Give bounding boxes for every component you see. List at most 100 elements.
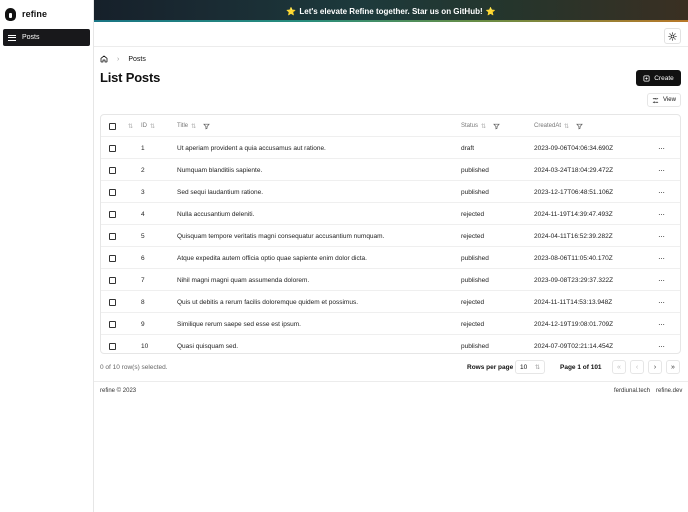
filter-icon[interactable] [576, 123, 583, 130]
sort-icon[interactable]: ⇅ [150, 123, 155, 130]
cell-id: 3 [141, 188, 145, 196]
filter-icon[interactable] [493, 123, 500, 130]
cell-id: 4 [141, 210, 145, 218]
cell-id: 7 [141, 276, 145, 284]
create-button[interactable]: Create [636, 70, 681, 86]
select-all-checkbox[interactable] [109, 122, 116, 130]
table-row[interactable]: 9 Similique rerum saepe sed esse est ipsu… [101, 313, 680, 335]
create-label: Create [654, 74, 674, 82]
brand[interactable]: refine [0, 0, 94, 28]
breadcrumb: › Posts [100, 55, 146, 63]
row-actions-icon[interactable]: ··· [658, 342, 665, 351]
row-actions-icon[interactable]: ··· [658, 320, 665, 329]
row-actions-icon[interactable]: ··· [658, 254, 665, 263]
topbar-divider [94, 46, 688, 47]
cell-title: Sed sequi laudantium ratione. [177, 188, 264, 196]
next-page-button[interactable]: › [648, 360, 662, 374]
previous-page-button[interactable]: ‹ [630, 360, 644, 374]
cell-created: 2024-07-09T02:21:14.454Z [534, 342, 614, 350]
sun-icon [668, 31, 677, 41]
row-checkbox[interactable] [109, 320, 116, 328]
row-actions-icon[interactable]: ··· [658, 144, 665, 153]
row-checkbox[interactable] [109, 166, 116, 174]
row-actions-icon[interactable]: ··· [658, 298, 665, 307]
row-checkbox[interactable] [109, 254, 116, 262]
row-checkbox[interactable] [109, 188, 116, 196]
first-page-button[interactable]: « [612, 360, 626, 374]
copyright: refine © 2023 [100, 388, 137, 394]
row-actions-icon[interactable]: ··· [658, 210, 665, 219]
sort-icon[interactable]: ⇅ [128, 123, 133, 130]
row-actions-icon[interactable]: ··· [658, 232, 665, 241]
footer-divider [94, 381, 688, 382]
column-header-id[interactable]: ID [141, 123, 147, 129]
table-row[interactable]: 2 Numquam blanditiis sapiente. published 20… [101, 159, 680, 181]
row-checkbox[interactable] [109, 342, 116, 350]
view-options-button[interactable]: View [647, 93, 681, 107]
breadcrumb-current[interactable]: Posts [128, 56, 146, 63]
sidebar: refine Posts [0, 0, 94, 512]
theme-toggle-button[interactable] [664, 28, 681, 44]
footer-link-ferdiunal[interactable]: ferdiunal.tech [614, 388, 650, 394]
table-row[interactable]: 7 Nihil magni magni quam assumenda dolore… [101, 269, 680, 291]
sidebar-item-label: Posts [22, 34, 40, 41]
cell-created: 2023-12-17T06:48:51.106Z [534, 188, 614, 196]
cell-status: published [461, 342, 489, 350]
page-info: Page 1 of 101 [560, 364, 602, 371]
home-icon[interactable] [100, 55, 108, 63]
star-icon: ⭐ [286, 6, 297, 16]
posts-table: ⇅ ID ⇅ Title ⇅ Status ⇅ CreatedAt ⇅ 1 Ut aper… [100, 114, 681, 354]
sort-icon[interactable]: ⇅ [191, 123, 196, 130]
row-checkbox[interactable] [109, 298, 116, 306]
table-row[interactable]: 3 Sed sequi laudantium ratione. published 2… [101, 181, 680, 203]
table-row[interactable]: 1 Ut aperiam provident a quia accusamus a… [101, 137, 680, 159]
row-actions-icon[interactable]: ··· [658, 188, 665, 197]
plus-square-icon [643, 74, 650, 82]
cell-title: Quis ut debitis a rerum facilis doloremq… [177, 298, 358, 306]
github-star-banner[interactable]: ⭐ Let's elevate Refine together. Star us… [94, 0, 688, 22]
cell-title: Ut aperiam provident a quia accusamus au… [177, 144, 326, 152]
table-row[interactable]: 4 Nulla accusantium deleniti. rejected 2024… [101, 203, 680, 225]
cell-id: 10 [141, 342, 149, 350]
sort-icon[interactable]: ⇅ [481, 123, 486, 130]
table-header: ⇅ ID ⇅ Title ⇅ Status ⇅ CreatedAt ⇅ [101, 115, 680, 137]
table-row[interactable]: 8 Quis ut debitis a rerum facilis dolorem… [101, 291, 680, 313]
chevron-left-icon: ‹ [635, 363, 639, 371]
row-actions-icon[interactable]: ··· [658, 166, 665, 175]
last-page-button[interactable]: » [666, 360, 680, 374]
cell-id: 6 [141, 254, 145, 262]
footer-link-refine[interactable]: refine.dev [656, 388, 682, 394]
row-actions-icon[interactable]: ··· [658, 276, 665, 285]
column-header-createdat[interactable]: CreatedAt [534, 123, 561, 129]
row-checkbox[interactable] [109, 232, 116, 240]
sliders-icon [652, 97, 659, 103]
rows-per-page-value: 10 [520, 363, 528, 371]
cell-status: rejected [461, 210, 485, 218]
cell-created: 2024-12-19T19:08:01.709Z [534, 320, 614, 328]
cell-status: rejected [461, 232, 485, 240]
rows-per-page-select[interactable]: 10 ⇅ [515, 360, 545, 374]
sort-icon[interactable]: ⇅ [564, 123, 569, 130]
column-header-status[interactable]: Status [461, 123, 478, 129]
row-checkbox[interactable] [109, 210, 116, 218]
table-row[interactable]: 5 Quisquam tempore veritatis magni conseq… [101, 225, 680, 247]
chevron-right-icon: › [117, 55, 120, 63]
cell-created: 2024-11-11T14:53:13.948Z [534, 298, 613, 306]
cell-created: 2023-08-06T11:05:40.170Z [534, 254, 613, 262]
table-row[interactable]: 10 Quasi quisquam sed. published 2024-07-09… [101, 335, 680, 353]
table-row[interactable]: 6 Atque expedita autem officia optio quae… [101, 247, 680, 269]
cell-status: rejected [461, 298, 485, 306]
banner-text: Let's elevate Refine together. Star us o… [299, 6, 483, 16]
cell-status: published [461, 254, 489, 262]
sidebar-item-posts[interactable]: Posts [3, 29, 90, 46]
cell-created: 2024-03-24T18:04:29.472Z [534, 166, 614, 174]
cell-status: published [461, 188, 489, 196]
selection-status: 0 of 10 row(s) selected. [100, 364, 168, 371]
view-label: View [663, 97, 676, 103]
page-title: List Posts [100, 70, 161, 85]
banner-glow [94, 20, 688, 22]
filter-icon[interactable] [203, 123, 210, 130]
row-checkbox[interactable] [109, 144, 116, 152]
column-header-title[interactable]: Title [177, 123, 188, 129]
row-checkbox[interactable] [109, 276, 116, 284]
